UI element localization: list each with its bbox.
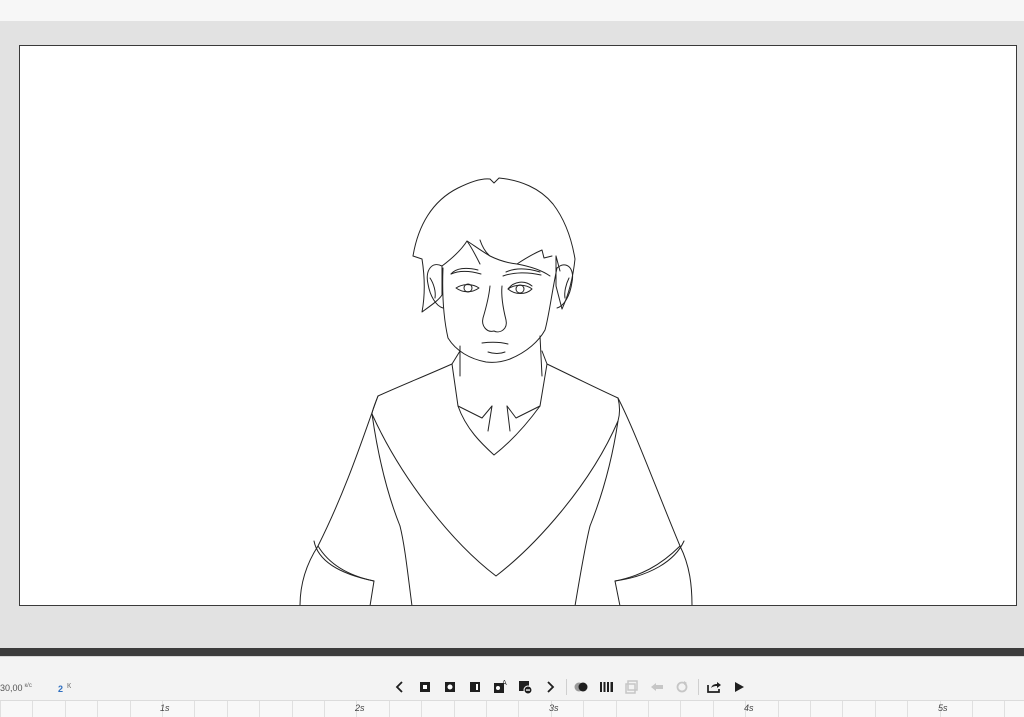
frame-rate-unit: к/с [24,683,32,689]
panel-divider[interactable] [0,648,1024,656]
onion-skin-count[interactable]: 2 [58,684,63,694]
ruler-second-label: 4s [744,703,754,713]
frame-rate-value[interactable]: 30,00 [0,683,23,693]
remove-frame-button[interactable] [515,677,535,697]
toolbar-separator [698,679,699,695]
export-button[interactable] [704,677,724,697]
timeline-toolbar: A [390,677,754,697]
ruler-second-label: 5s [938,703,948,713]
next-frame-button[interactable] [540,677,560,697]
multi-frame-button[interactable] [597,677,617,697]
svg-text:A: A [502,679,507,687]
ruler-second-label: 3s [549,703,559,713]
onion-skin-icon [574,682,588,692]
auto-keyframe-icon: A [494,679,507,693]
play-button[interactable] [729,677,749,697]
ruler-second-label: 2s [355,703,365,713]
timeline-ruler[interactable]: 1s 2s 3s 4s 5s [0,700,1024,717]
edit-multiple-frames-button[interactable] [622,677,642,697]
insert-frame-button[interactable] [465,677,485,697]
prev-frame-button[interactable] [390,677,410,697]
insert-blank-keyframe-button[interactable] [415,677,435,697]
timeline-panel: 30,00 к/с 2К A 1s 2s 3s 4s 5s [0,656,1024,717]
ruler-second-label: 1s [160,703,170,713]
link-icon [651,683,663,691]
stage-area [0,21,1024,648]
share-icon [707,682,721,693]
loop-icon [676,681,688,693]
drawing-canvas[interactable] [19,45,1017,606]
frame-icon [470,682,480,692]
loop-button[interactable] [672,677,692,697]
chevron-right-icon [547,681,555,693]
frame-rate-field[interactable]: 30,00 к/с [0,683,32,693]
onion-skin-button[interactable] [572,677,592,697]
blank-keyframe-icon [420,682,430,692]
onion-skin-unit: К [67,683,72,690]
keyframe-icon [445,682,455,692]
chevron-left-icon [395,681,403,693]
multi-frame-icon [600,682,613,692]
edit-frames-icon [625,680,638,694]
character-drawing [299,177,693,605]
top-strip [0,0,1024,21]
insert-keyframe-button[interactable] [440,677,460,697]
add-auto-keyframe-button[interactable]: A [490,677,510,697]
play-icon [735,682,744,692]
remove-frame-icon [519,681,533,695]
toolbar-separator [566,679,567,695]
onion-skin-field[interactable]: 2К [58,683,71,694]
link-frames-button[interactable] [647,677,667,697]
